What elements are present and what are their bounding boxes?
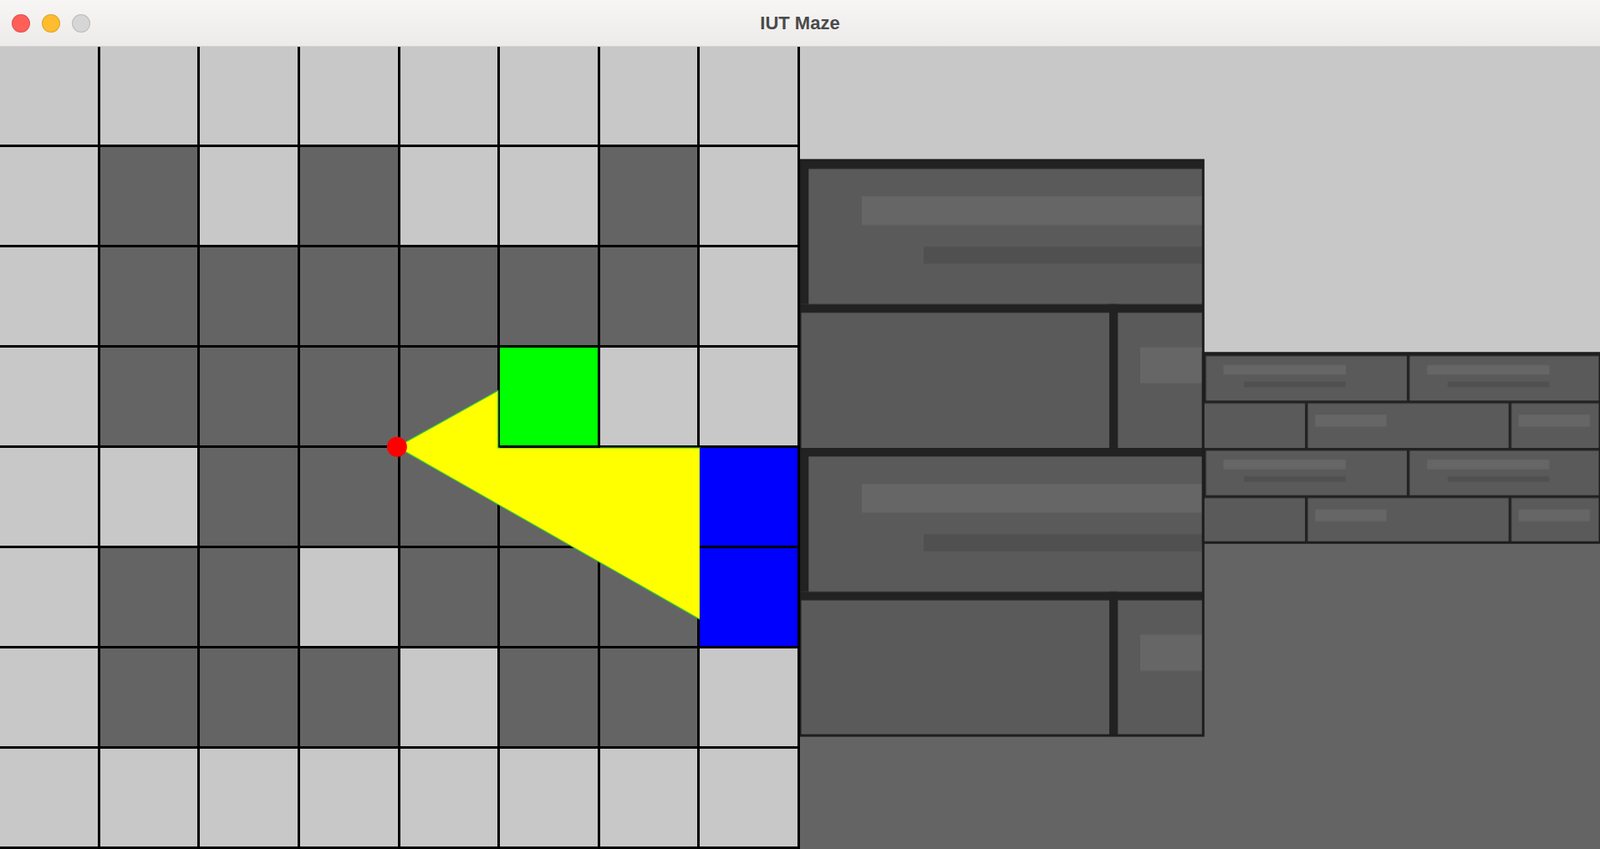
wall-slice [1202,353,1600,544]
map-cell [199,147,301,248]
minimize-button[interactable] [41,14,61,33]
map-cell [0,548,101,649]
zoom-button[interactable] [71,14,91,33]
map-cell [300,648,401,750]
map-cell [199,648,301,750]
map-cell [300,749,401,849]
map-cell [600,448,701,549]
map-cell [499,749,601,849]
map-cell [100,648,201,750]
map-cell [300,247,401,348]
map-cell [400,247,501,348]
ray-fan [397,391,700,621]
map-cell [699,247,800,348]
map-cell [499,448,601,549]
map-cell [0,147,101,248]
map-cell [300,548,401,649]
map-cell [400,448,501,549]
map-cell [699,548,800,649]
close-button[interactable] [11,14,31,33]
map-cell [499,648,601,750]
map-cell [699,749,800,849]
map-cell [100,749,201,849]
map-cell [400,347,501,449]
map-cell [499,548,601,649]
map-cell [600,648,701,750]
map-cell [400,648,501,750]
map-cell [600,147,701,248]
map-cell [0,648,101,750]
map-cell [300,147,401,248]
map-cell [699,648,800,750]
map-cell [0,749,101,849]
map-cell [499,347,601,449]
scene-drawing [800,46,1600,849]
map-cell [100,46,201,148]
map-cell [499,247,601,348]
player-dot[interactable] [387,437,408,458]
map-cell [100,347,201,449]
map-cell [600,347,701,449]
map-cell [699,448,800,549]
maze-map [0,46,800,849]
map-cell [199,247,301,348]
map-cell [699,46,800,148]
map-cell [400,749,501,849]
map-cell [0,347,101,449]
title-bar: IUT Maze [0,0,1600,47]
window-title: IUT Maze [749,9,850,38]
map-cell [699,347,800,449]
map-cell [600,247,701,348]
map-cell [199,448,301,549]
map-cell [100,448,201,549]
map-cell [600,749,701,849]
map-cell [499,147,601,248]
map-cell [0,448,101,549]
map-cell [100,147,201,248]
map-cell [300,46,401,148]
game-area [0,46,1600,849]
map-cell [100,247,201,348]
map-cell [600,46,701,148]
wall-slice [800,160,1203,736]
map-cell [400,147,501,248]
map-cell [199,347,301,449]
game-window: IUT Maze [0,0,1600,849]
map-cell [600,548,701,649]
map-cell [0,46,101,148]
ray-fan-drawing [0,46,800,849]
map-cell [400,548,501,649]
map-cell [199,46,301,148]
map-cell [499,46,601,148]
map-cell [100,548,201,649]
map-cell [199,548,301,649]
map-cell [0,247,101,348]
map-cell [300,448,401,549]
first-person-view [800,46,1600,849]
map-cell [300,347,401,449]
window-controls [0,14,750,33]
map-cell [699,147,800,248]
map-cell [199,749,301,849]
map-cell [400,46,501,148]
